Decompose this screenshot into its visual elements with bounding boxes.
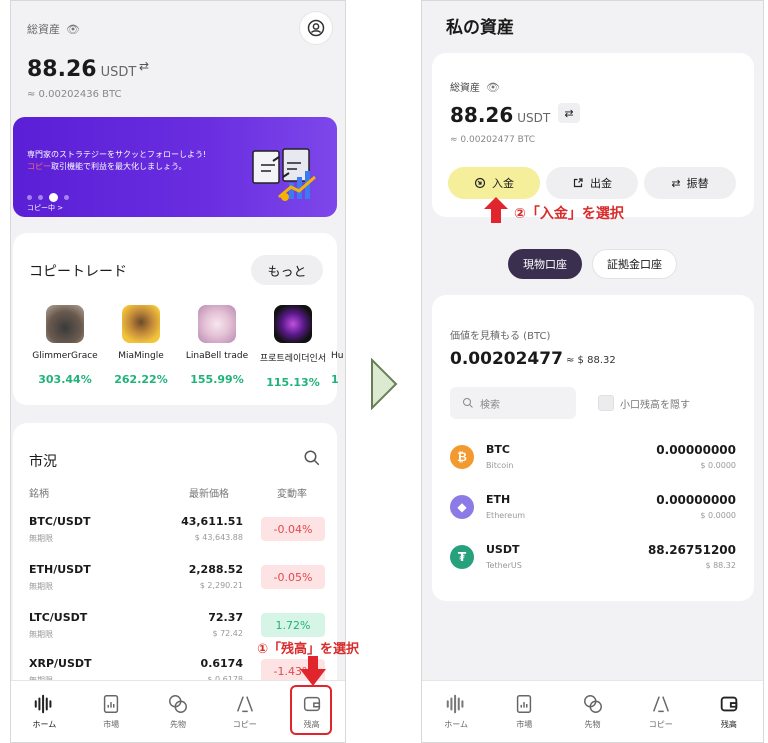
step2-annotation: ②「入金」を選択 [514,206,624,222]
trader-item[interactable]: GlimmerGrace 303.44% [27,305,103,389]
nav-balance[interactable]: 残高 [278,681,345,742]
bitcoin-icon: ₿ [450,445,474,469]
column-header-price: 最新価格 [189,489,229,500]
btc-equivalent: ≈ 0.00202477 BTC [450,135,536,145]
chart-icon [104,695,119,713]
eye-icon[interactable]: 👁 [486,81,500,94]
list-item[interactable]: ₿ BTC Bitcoin 0.00000000 $ 0.0000 [432,441,754,481]
balance-card: 価値を見積もる (BTC) 0.00202477 ≈ $ 88.32 検索 小口… [432,295,754,601]
bottom-nav: ホーム 市場 先物 コピー 残高 [11,680,345,742]
estimate-label: 価値を見積もる (BTC) [450,331,551,342]
home-screen: 総資産 👁 88.26 USDT ⇄ ≈ 0.00202436 BTC 専門家のスト… [10,0,346,743]
withdraw-button[interactable]: 出金 [546,167,638,199]
nav-home[interactable]: ホーム [11,681,78,742]
transfer-icon: ⇄ [671,176,681,190]
search-icon [463,398,473,408]
total-assets-label: 総資産 👁 [450,81,500,94]
assets-screen: 私の資産 総資産 👁 88.26 USDT ⇄ ≈ 0.00202477 BTC 入… [421,0,764,743]
tab-spot[interactable]: 現物口座 [508,249,582,279]
ethereum-icon: ◆ [450,495,474,519]
avatar [274,305,312,343]
eye-icon[interactable]: 👁 [66,23,80,36]
more-button[interactable]: もっと [251,255,323,285]
search-input[interactable]: 検索 [450,387,576,419]
banner-text: 専門家のストラテジーをサクッとフォローしよう! コピー取引機能で利益を最大化しま… [27,150,207,171]
market-title: 市況 [29,454,57,470]
trader-item[interactable]: LinaBell trade 155.99% [179,305,255,389]
list-item[interactable]: ₮ USDT TetherUS 88.26751200 $ 88.32 [432,541,754,581]
nav-market[interactable]: 市場 [490,681,558,742]
btc-equivalent: ≈ 0.00202436 BTC [27,89,122,100]
home-bars-icon [446,694,464,714]
nav-balance[interactable]: 残高 [695,681,763,742]
promo-banner[interactable]: 専門家のストラテジーをサクッとフォローしよう! コピー取引機能で利益を最大化しま… [13,117,337,217]
arrow-down-icon [300,656,326,686]
avatar [122,305,160,343]
nav-futures[interactable]: 先物 [558,681,626,742]
swap-icon[interactable]: ⇄ [558,103,580,123]
table-row[interactable]: BTC/USDT 無期限 43,611.51 $ 43,643.88 -0.04… [13,515,337,563]
nav-home[interactable]: ホーム [422,681,490,742]
change-badge: -0.05% [261,565,325,589]
change-badge: -0.04% [261,517,325,541]
highlight-box [290,685,333,735]
home-bars-icon [35,694,52,714]
deposit-icon [474,177,486,189]
column-header-change: 変動率 [277,489,307,500]
trader-item[interactable]: 프로트레이더인서 115.13% [255,305,331,389]
copy-icon [652,696,669,713]
nav-futures[interactable]: 先物 [145,681,212,742]
hide-small-balance-checkbox[interactable]: 小口残高を隠す [598,395,690,411]
list-item[interactable]: ◆ ETH Ethereum 0.00000000 $ 0.0000 [432,491,754,531]
action-buttons: 入金 出金 ⇄ 振替 [448,167,736,199]
copy-trade-card: コピートレード もっと GlimmerGrace 303.44% MiaMing… [13,233,343,405]
total-assets-label: 総資産 👁 [27,23,80,36]
nav-copy[interactable]: コピー [211,681,278,742]
transfer-button[interactable]: ⇄ 振替 [644,167,736,199]
chart-icon [517,695,532,713]
avatar [46,305,84,343]
tether-icon: ₮ [450,545,474,569]
nav-copy[interactable]: コピー [627,681,695,742]
next-step-arrow-icon [371,358,398,410]
estimate-value: 0.00202477 [450,349,563,369]
profile-button[interactable] [299,11,333,45]
trader-item[interactable]: Hu 1 [331,305,345,389]
tab-margin[interactable]: 証拠金口座 [592,249,677,279]
copy-icon [236,696,253,713]
trader-list: GlimmerGrace 303.44% MiaMingle 262.22% L… [27,305,345,389]
search-icon[interactable] [303,449,321,467]
arrow-up-icon [484,197,508,223]
page-title: 私の資産 [446,18,514,38]
account-tabs: 現物口座 証拠金口座 [422,249,763,279]
withdraw-icon [573,178,583,188]
total-amount: 88.26 USDT [450,103,551,127]
wallet-icon [720,696,738,712]
avatar [198,305,236,343]
carousel-dots [27,193,69,202]
swap-icon[interactable]: ⇄ [139,59,149,73]
copy-trade-illustration-icon [252,148,316,201]
asset-summary-card: 総資産 👁 88.26 USDT ⇄ ≈ 0.00202477 BTC 入金 出金 … [432,53,754,217]
user-icon [307,19,325,37]
trader-item[interactable]: MiaMingle 262.22% [103,305,179,389]
nav-market[interactable]: 市場 [78,681,145,742]
bottom-nav: ホーム 市場 先物 コピー 残高 [422,680,763,742]
checkbox[interactable] [598,395,614,411]
futures-icon [169,695,187,713]
futures-icon [583,695,602,713]
total-amount: 88.26 USDT [27,57,137,82]
estimate-usd: ≈ $ 88.32 [566,355,616,366]
step1-annotation: ①「残高」を選択 [257,642,360,657]
copy-trade-title: コピートレード [29,264,127,280]
deposit-button[interactable]: 入金 [448,167,540,199]
banner-link[interactable]: コピー中 > [27,203,63,213]
change-badge: 1.72% [261,613,325,637]
column-header-pair: 銘柄 [29,489,49,500]
table-row[interactable]: ETH/USDT 無期限 2,288.52 $ 2,290.21 -0.05% [13,563,337,611]
